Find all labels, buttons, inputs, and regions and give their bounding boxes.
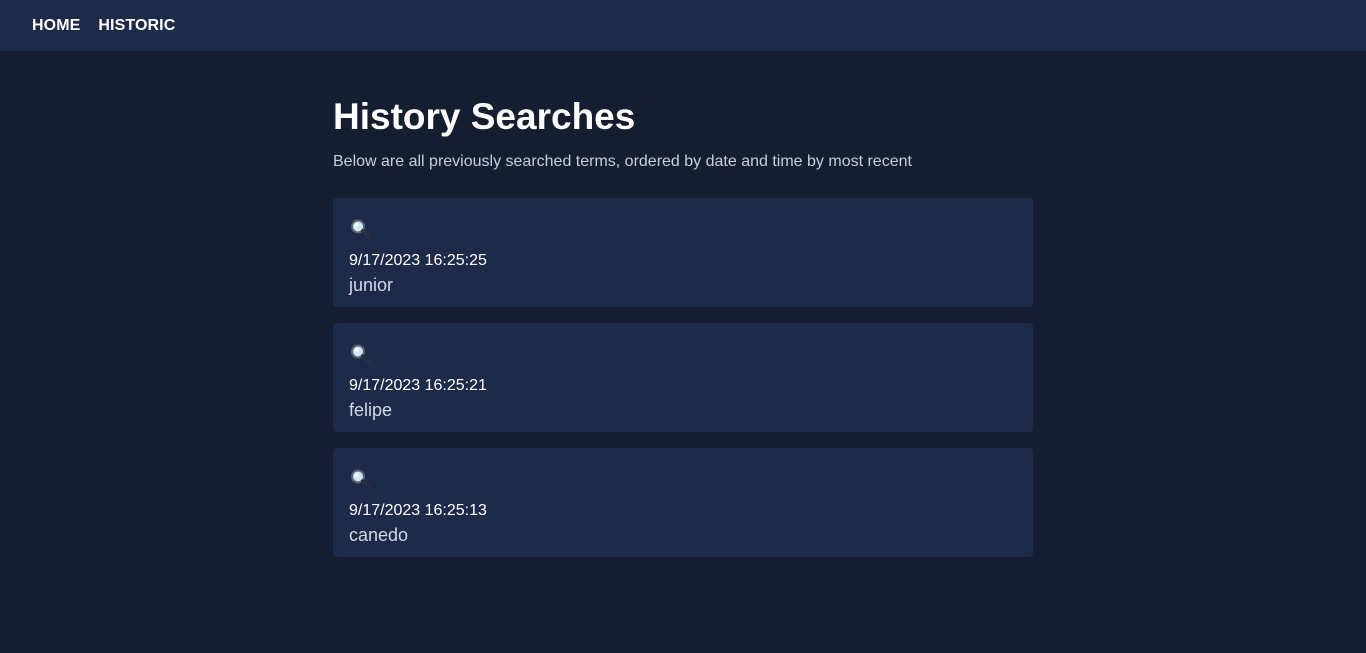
page-title: History Searches [333, 96, 636, 137]
top-navbar: HOME HISTORIC [0, 0, 1366, 51]
history-item[interactable]: 9/17/2023 16:25:21 felipe [333, 323, 1033, 432]
nav-historic-link[interactable]: HISTORIC [98, 17, 175, 35]
search-icon [349, 343, 373, 365]
history-item-date: 9/17/2023 16:25:25 [349, 252, 487, 269]
page-subtitle: Below are all previously searched terms,… [333, 153, 912, 170]
search-icon [349, 218, 373, 240]
history-item-term: felipe [349, 400, 393, 420]
history-item-term: canedo [349, 525, 409, 545]
history-item-date: 9/17/2023 16:25:13 [349, 502, 487, 519]
history-item-date: 9/17/2023 16:25:21 [349, 377, 487, 394]
history-list: 9/17/2023 16:25:25 junior 9/17/2023 16:2… [333, 198, 1033, 557]
main-content: History Searches Below are all previousl… [333, 51, 1033, 557]
history-item[interactable]: 9/17/2023 16:25:13 canedo [333, 448, 1033, 557]
search-icon [349, 468, 373, 490]
nav-home-link[interactable]: HOME [32, 17, 80, 35]
history-item[interactable]: 9/17/2023 16:25:25 junior [333, 198, 1033, 307]
history-item-term: junior [349, 275, 394, 295]
